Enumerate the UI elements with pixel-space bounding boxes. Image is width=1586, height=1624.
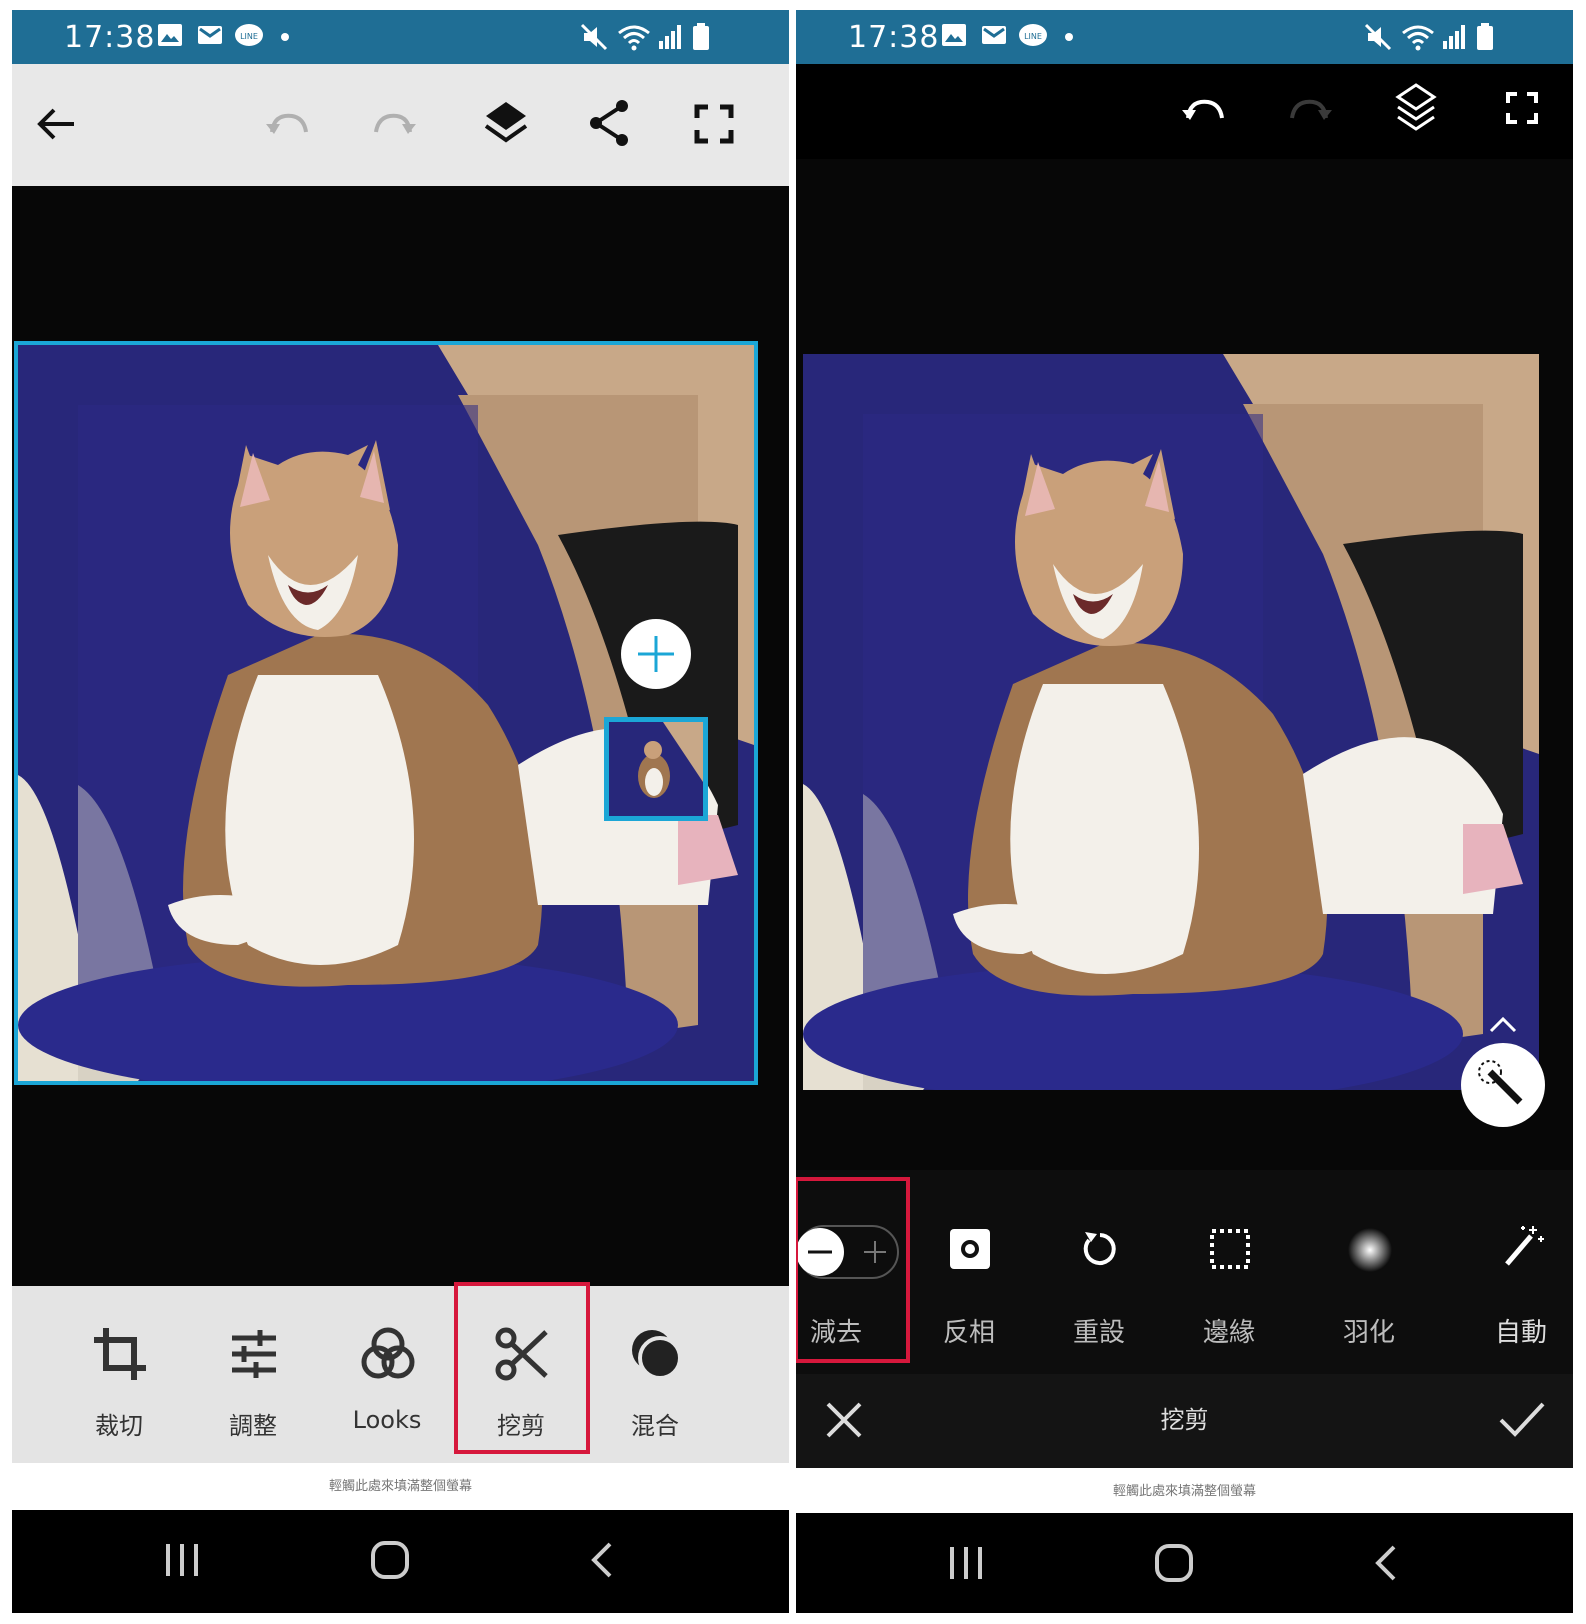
status-bar: 17:38 LINE <box>12 10 789 64</box>
recent-apps-icon[interactable] <box>946 1543 986 1583</box>
left-phone-screen: 17:38 LINE 裁切 調整 Looks 挖剪 混合 輕觸此處來填滿整個螢幕 <box>12 10 789 1613</box>
cutout-toolbar: 減去 反相 重設 邊緣 羽化 自動 <box>796 1170 1573 1374</box>
sliders-icon <box>232 1330 276 1378</box>
ad-banner[interactable]: 輕觸此處來填滿整個螢幕 <box>796 1468 1573 1515</box>
recent-apps-icon[interactable] <box>162 1540 202 1580</box>
undo-icon[interactable] <box>1180 92 1228 128</box>
cutout-title: 挖剪 <box>1160 1406 1209 1434</box>
tool-adjust-label: 調整 <box>229 1412 277 1440</box>
crop-icon <box>94 1328 146 1380</box>
status-time: 17:38 <box>64 20 156 55</box>
tool-looks-label: Looks <box>352 1406 422 1434</box>
reset-label: 重設 <box>1072 1318 1125 1348</box>
layer-thumbnail-image <box>609 722 703 816</box>
tool-auto[interactable]: 自動 <box>1456 1170 1573 1374</box>
ad-banner[interactable]: 輕觸此處來填滿整個螢幕 <box>12 1463 789 1510</box>
invert-label: 反相 <box>942 1318 995 1348</box>
fullscreen-icon[interactable] <box>694 104 734 144</box>
svg-text:LINE: LINE <box>1024 32 1042 41</box>
redo-icon[interactable] <box>1286 92 1334 128</box>
mail-notification-icon <box>982 26 1006 44</box>
right-phone-screen: 17:38 LINE 減去 反相 重設 邊緣 羽化 自動 挖剪 輕觸此處來填滿整… <box>796 10 1573 1613</box>
tool-crop-label: 裁切 <box>95 1412 143 1440</box>
more-notifications-dot <box>1065 33 1073 41</box>
reset-icon <box>1083 1232 1116 1265</box>
subtract-highlight-box <box>796 1177 910 1363</box>
system-nav-bar <box>796 1513 1573 1613</box>
editor-toolbar <box>12 64 789 186</box>
back-arrow-icon[interactable] <box>34 102 78 146</box>
back-nav-icon[interactable] <box>584 1540 624 1580</box>
cat-photo <box>803 354 1539 1090</box>
tool-feather[interactable]: 羽化 <box>1304 1170 1434 1374</box>
gallery-notification-icon <box>158 24 182 46</box>
cutout-confirm-bar: 挖剪 <box>796 1374 1573 1468</box>
home-icon[interactable] <box>370 1540 410 1580</box>
signal-icon <box>1443 25 1465 49</box>
photo-canvas[interactable] <box>803 354 1539 1090</box>
line-notification-icon: LINE <box>235 24 263 46</box>
undo-icon[interactable] <box>264 106 312 142</box>
add-layer-button[interactable] <box>620 618 692 690</box>
status-time: 17:38 <box>848 20 940 55</box>
editor-toolbar <box>796 64 1573 159</box>
photo-canvas[interactable] <box>14 341 758 1085</box>
feather-icon <box>1348 1228 1392 1272</box>
auto-wand-icon <box>1505 1226 1544 1266</box>
battery-icon <box>693 23 709 50</box>
tool-adjust[interactable]: 調整 <box>188 1286 318 1463</box>
chevron-up-icon[interactable] <box>1488 1014 1518 1034</box>
tool-blend[interactable]: 混合 <box>590 1286 720 1463</box>
looks-icon <box>361 1327 415 1379</box>
mail-notification-icon <box>198 26 222 44</box>
edge-label: 邊緣 <box>1202 1318 1255 1348</box>
gallery-notification-icon <box>942 24 966 46</box>
fullscreen-icon[interactable] <box>1506 92 1538 124</box>
status-bar: 17:38 LINE <box>796 10 1573 64</box>
tool-crop[interactable]: 裁切 <box>54 1286 184 1463</box>
svg-text:LINE: LINE <box>240 32 258 41</box>
layers-icon[interactable] <box>1394 82 1438 136</box>
tool-invert[interactable]: 反相 <box>904 1170 1034 1374</box>
mute-icon <box>580 23 608 51</box>
home-icon[interactable] <box>1154 1543 1194 1583</box>
signal-icon <box>659 25 681 49</box>
edge-icon <box>1210 1229 1250 1269</box>
redo-icon[interactable] <box>370 106 418 142</box>
battery-icon <box>1477 23 1493 50</box>
feather-label: 羽化 <box>1342 1318 1395 1348</box>
layer-thumbnail[interactable] <box>604 717 708 821</box>
blend-icon <box>632 1330 682 1380</box>
magic-wand-button[interactable] <box>1460 1042 1546 1128</box>
tool-blend-label: 混合 <box>631 1412 679 1440</box>
wifi-icon <box>618 25 650 51</box>
cutout-highlight-box <box>454 1282 590 1454</box>
layers-icon[interactable] <box>482 98 530 148</box>
wifi-icon <box>1402 25 1434 51</box>
auto-label: 自動 <box>1494 1318 1547 1348</box>
confirm-check-icon[interactable] <box>1498 1400 1546 1440</box>
invert-icon <box>950 1229 990 1269</box>
system-nav-bar <box>12 1510 789 1613</box>
main-toolbar: 裁切 調整 Looks 挖剪 混合 <box>12 1286 789 1463</box>
cat-photo <box>18 345 754 1081</box>
line-notification-icon: LINE <box>1019 24 1047 46</box>
tool-reset[interactable]: 重設 <box>1034 1170 1164 1374</box>
tool-looks[interactable]: Looks <box>322 1286 452 1463</box>
mute-icon <box>1364 23 1392 51</box>
back-nav-icon[interactable] <box>1368 1543 1408 1583</box>
more-notifications-dot <box>281 33 289 41</box>
share-icon[interactable] <box>586 98 634 148</box>
tool-edge[interactable]: 邊緣 <box>1164 1170 1294 1374</box>
